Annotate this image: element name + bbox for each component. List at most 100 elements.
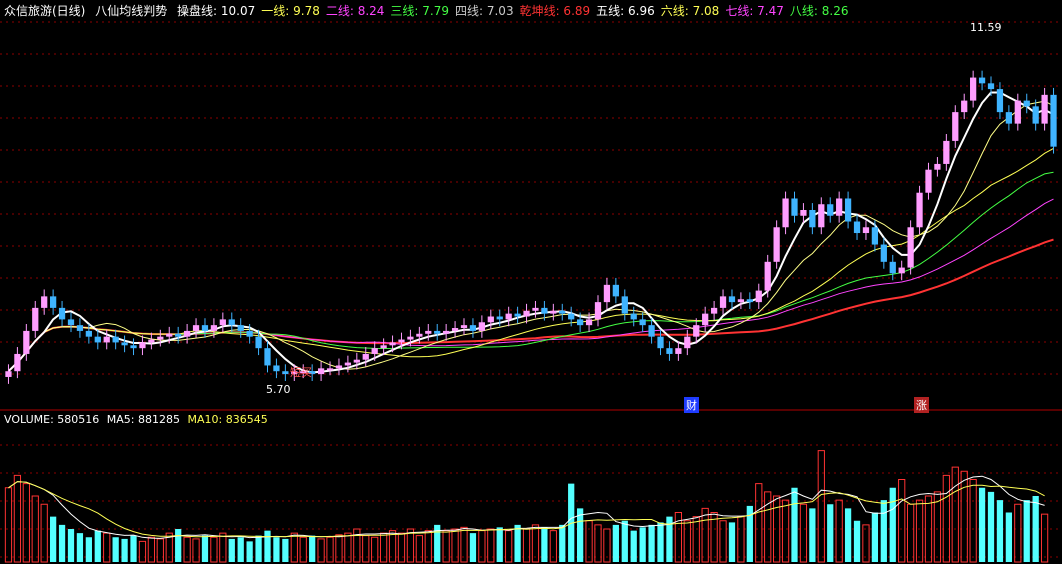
volume-bar	[469, 533, 477, 562]
candle-body	[657, 336, 664, 349]
candle-body	[50, 296, 57, 308]
candle-body	[943, 140, 950, 164]
candle-body	[934, 163, 941, 170]
volume-bar	[880, 500, 887, 562]
cai-tag[interactable]: 财	[684, 397, 699, 413]
volume-bar	[915, 499, 924, 563]
candle-body	[451, 328, 459, 331]
candle-body	[85, 330, 92, 337]
candle-body	[1014, 100, 1021, 124]
volume-bar	[246, 541, 253, 562]
candle-body	[684, 336, 691, 349]
volume-bar	[898, 479, 906, 563]
candle-body	[264, 348, 271, 366]
candle-body	[389, 342, 396, 346]
candle-body	[362, 353, 369, 360]
candle-body	[532, 307, 539, 311]
volume-bar	[442, 530, 450, 563]
candle-body	[514, 313, 521, 317]
volume-bar	[379, 532, 388, 563]
candle-body	[443, 330, 450, 334]
candle-body	[32, 307, 39, 331]
indicator-line-3: 二线: 8.24	[325, 4, 385, 18]
volume-bar	[844, 508, 852, 562]
candle-body	[246, 330, 253, 337]
volume-bar	[657, 522, 664, 562]
candle-body	[41, 296, 48, 308]
ma-line-40	[8, 198, 1054, 372]
volume-bar	[147, 536, 156, 563]
candle-body	[585, 319, 593, 326]
volume-bar	[282, 538, 289, 562]
volume-bar	[960, 470, 968, 563]
candle-body	[469, 325, 477, 331]
volume-bar	[335, 534, 343, 563]
candle-body	[67, 319, 75, 326]
candle-body	[157, 336, 164, 340]
volume-bar	[1040, 513, 1049, 563]
volume-bar	[683, 520, 691, 563]
ma10-value: MA10: 836545	[187, 413, 268, 426]
candle-body	[630, 313, 637, 320]
candle-body	[925, 169, 932, 193]
candle-body	[773, 227, 780, 262]
candle-body	[112, 336, 119, 343]
candle-body	[550, 310, 557, 314]
volume-bar	[309, 535, 316, 562]
zhang-tag[interactable]: 涨	[914, 397, 929, 413]
candle-body	[326, 368, 334, 371]
candle-body	[639, 319, 646, 326]
volume-bar	[138, 540, 147, 563]
volume-bar	[317, 538, 325, 563]
candle-body	[996, 89, 1004, 113]
candle-body	[916, 192, 923, 228]
candle-body	[898, 267, 905, 274]
volume-bar	[996, 500, 1004, 562]
volume-bar	[1005, 512, 1012, 562]
volume-bar	[889, 487, 896, 562]
indicator-line-4: 三线: 7.79	[390, 4, 449, 18]
volume-bar	[585, 520, 593, 563]
candle-body	[764, 261, 771, 291]
volume-bar	[987, 491, 995, 562]
candle-body	[782, 198, 789, 228]
candle-body	[380, 345, 387, 349]
volume-bar	[13, 474, 22, 563]
volume-bar	[121, 538, 128, 562]
candle-body	[541, 307, 548, 314]
volume-bar	[630, 530, 637, 562]
candle-body	[880, 244, 887, 262]
candle-body	[219, 319, 226, 326]
volume-bar	[862, 524, 870, 563]
volume-bar	[264, 530, 271, 562]
candle-body	[460, 325, 468, 329]
volume-bar	[577, 508, 584, 562]
qiankun-line	[7, 238, 1054, 372]
ma5-value: MA5: 881285	[106, 413, 180, 426]
candle-body	[255, 336, 262, 349]
candle-body	[228, 319, 235, 326]
volume-bar	[67, 529, 75, 562]
indicator-line-2: 一线: 9.78	[261, 4, 320, 18]
volume-bar	[781, 499, 790, 563]
candle-body	[282, 371, 289, 375]
indicator-line-8: 六线: 7.08	[660, 4, 720, 18]
kline-chart[interactable]	[0, 0, 1062, 564]
candle-body	[353, 359, 360, 363]
candle-body	[612, 284, 619, 297]
volume-bar	[219, 532, 227, 563]
volume-value: VOLUME: 580516	[4, 413, 100, 426]
candle-body	[23, 330, 30, 354]
candle-body	[121, 342, 128, 346]
volume-bar	[326, 536, 334, 563]
candle-body	[568, 313, 575, 320]
buy-signal-label: 短买	[290, 366, 312, 379]
volume-bar	[496, 527, 503, 562]
volume-bar	[183, 536, 191, 563]
candle-body	[1023, 100, 1030, 107]
volume-bar	[906, 503, 915, 563]
candle-body	[719, 296, 727, 308]
volume-bar	[201, 535, 209, 562]
candle-body	[952, 112, 959, 141]
volume-bar	[728, 522, 736, 562]
